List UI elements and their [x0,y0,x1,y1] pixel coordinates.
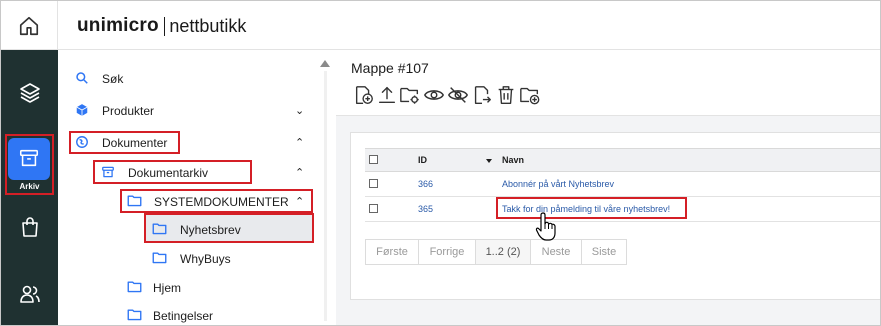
hand-cursor-icon [535,212,556,241]
row-checkbox[interactable] [369,204,378,213]
row-id[interactable]: 366 [418,179,433,189]
app-window: unimicro nettbutikk Arkiv Søk Produkter … [0,0,881,326]
highlight-nyhetsbrev [144,213,314,243]
new-folder-icon[interactable] [519,84,541,106]
folder-icon [152,252,167,264]
trash-icon[interactable] [495,84,517,106]
top-bar: unimicro nettbutikk [1,1,880,50]
tree-item-label: Hjem [153,281,182,295]
pager-last-button[interactable]: Siste [581,239,627,265]
document-panel: ID Navn 366 Abonnér på vårt Nyhetsbrev 3… [350,132,880,300]
highlight-dokumenter [69,131,180,154]
layers-icon[interactable] [18,81,42,105]
folder-icon [127,309,142,321]
folder-title: Mappe #107 [351,60,429,76]
tree-item-label: Søk [102,72,124,86]
move-file-icon[interactable] [471,84,493,106]
pagination: Første Forrige 1..2 (2) Neste Siste [365,239,627,265]
column-header-id[interactable]: ID [418,155,427,165]
chevron-down-icon[interactable]: ⌄ [295,104,304,117]
main-header: Mappe #107 [336,50,880,116]
product-name: nettbutikk [169,15,247,36]
home-button[interactable] [1,1,58,50]
table-row[interactable]: 365 Takk for din påmelding til våre nyhe… [365,197,880,222]
row-checkbox[interactable] [369,179,378,188]
row-id[interactable]: 365 [418,204,433,214]
row-name-link[interactable]: Abonnér på vårt Nyhetsbrev [502,179,614,189]
tree-item-label: Betingelser [153,309,214,323]
shopping-bag-icon[interactable] [18,215,42,239]
folder-icon [127,281,142,293]
tree-item-label: WhyBuys [180,252,231,266]
search-icon [76,72,88,84]
pager-prev-button[interactable]: Forrige [418,239,476,265]
pager-first-button[interactable]: Første [365,239,419,265]
home-icon [19,16,39,36]
tree-item-label: Produkter [102,104,155,118]
eye-off-icon[interactable] [447,84,469,106]
table-row[interactable]: 366 Abonnér på vårt Nyhetsbrev [365,172,880,197]
chevron-up-icon[interactable]: ⌃ [295,136,304,149]
pager-current: 1..2 (2) [475,239,531,265]
highlight-arkiv [5,134,54,195]
main-content: Mappe #107 ID Navn 366 Abonnér på vårt N… [336,50,880,325]
tree-scrollbar[interactable] [324,71,327,321]
highlight-dokumentarkiv [93,160,252,184]
eye-icon[interactable] [423,84,445,106]
scroll-up-arrow[interactable] [320,60,330,67]
chevron-up-icon[interactable]: ⌃ [295,166,304,179]
upload-icon[interactable] [376,84,398,106]
highlight-systemdokumenter [120,189,313,213]
sort-desc-icon[interactable] [486,159,492,163]
cube-icon [76,104,88,116]
logo-separator [163,16,166,36]
column-header-navn[interactable]: Navn [502,155,524,165]
left-rail: Arkiv [1,50,58,325]
app-logo: unimicro nettbutikk [77,15,246,37]
new-file-icon[interactable] [353,84,375,106]
highlight-row-365 [496,197,687,219]
folder-settings-icon[interactable] [399,84,421,106]
table-header: ID Navn [365,148,880,172]
brand-name: unimicro [77,15,159,36]
select-all-checkbox[interactable] [369,155,378,164]
users-icon[interactable] [18,282,42,306]
